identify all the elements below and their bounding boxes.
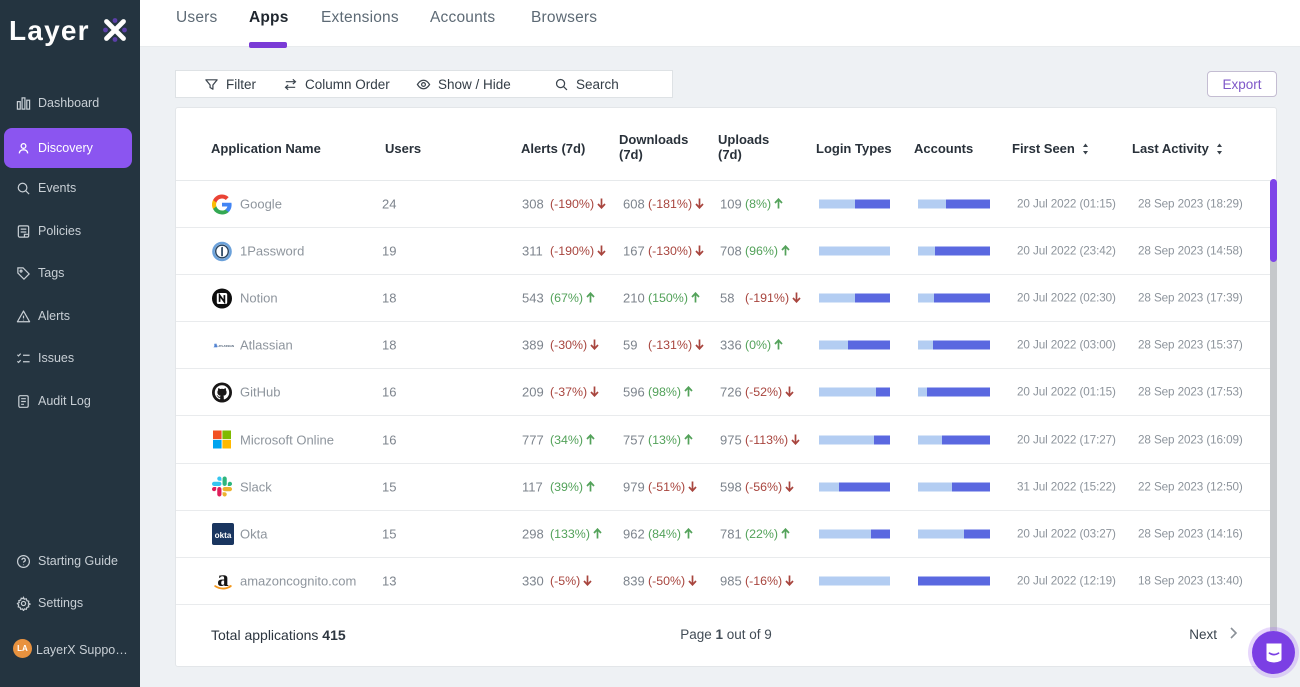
svg-text:okta: okta	[215, 531, 232, 540]
svg-text:ATLASSIAN: ATLASSIAN	[218, 344, 234, 348]
svg-text:Layer: Layer	[9, 15, 90, 46]
